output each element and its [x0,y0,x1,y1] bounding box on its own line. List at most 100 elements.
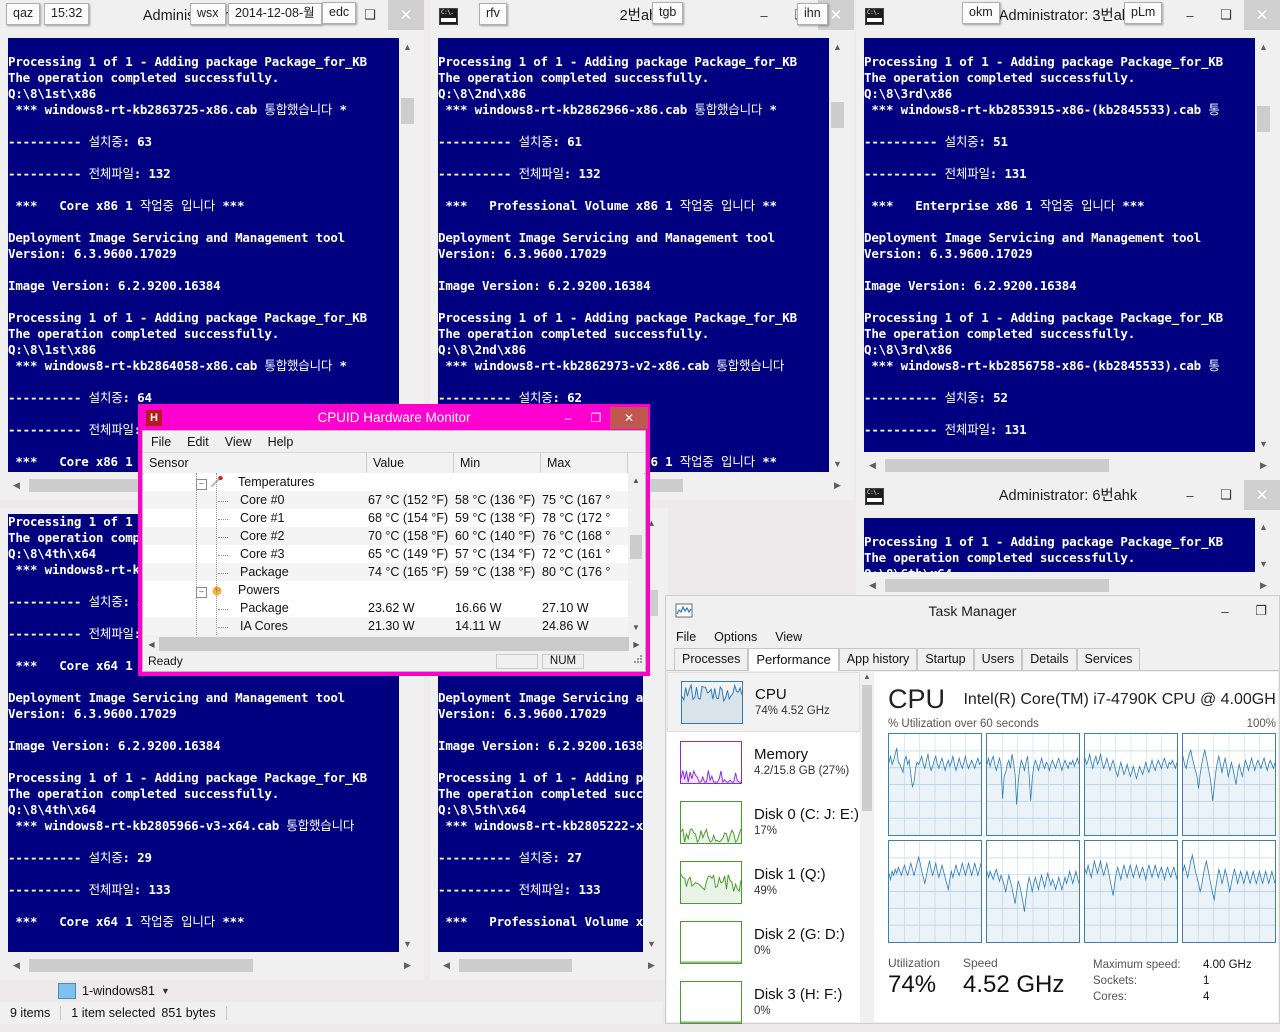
menu-item-view[interactable]: View [225,435,252,449]
scroll-right-icon[interactable]: ▶ [1255,577,1272,594]
sensor-row[interactable]: Core #3 65 °C (149 °F) 57 °C (134 °F) 72 °C… [144,545,644,563]
scroll-left-icon[interactable]: ◀ [864,577,881,594]
logical-processor-graph[interactable] [888,840,982,943]
scrollbar-track[interactable] [455,957,643,974]
scroll-left-icon[interactable]: ◀ [864,457,881,474]
scrollbar-track[interactable] [881,577,1255,594]
logical-processor-graphs[interactable] [888,733,1278,943]
console-horizontal-scrollbar[interactable]: ◀▶ [8,957,416,974]
scroll-down-icon[interactable]: ▼ [1255,555,1272,572]
maximize-icon[interactable]: ❑ [1208,480,1244,510]
resize-grip-icon[interactable] [631,654,643,666]
column-header-value[interactable]: Value [367,453,454,473]
resource-item-disk-2[interactable]: Disk 0 (C: J: E:) 17% [667,792,860,852]
scrollbar-track[interactable] [25,957,399,974]
scroll-right-icon[interactable]: ▶ [643,957,660,974]
scrollbar-thumb[interactable] [29,959,254,972]
scroll-up-icon[interactable]: ▲ [1255,38,1272,55]
scroll-left-icon[interactable]: ◀ [438,957,455,974]
resource-list[interactable]: CPU 74% 4.52 GHz Memory 4.2/15.8 GB (27%) Di… [667,672,860,1024]
scrollbar-thumb[interactable] [630,535,642,559]
sensor-row[interactable]: Core #2 70 °C (158 °F) 60 °C (140 °F) 76 °C… [144,527,644,545]
task-manager-window[interactable]: Task Manager – ❐ File Options View Process… [665,595,1280,1024]
scroll-right-icon[interactable]: ▶ [629,640,644,649]
scroll-left-icon[interactable]: ◀ [8,957,25,974]
chevron-down-icon[interactable]: ▼ [161,986,170,996]
logical-processor-graph[interactable] [986,840,1080,943]
hwmonitor-sensor-list[interactable]: – Temperatures Core #0 67 °C (152 °F) 58 °C … [144,473,644,635]
menu-item-edit[interactable]: Edit [187,435,209,449]
maximize-icon[interactable]: ❑ [1208,0,1244,30]
scrollbar-thumb[interactable] [831,102,844,128]
close-icon[interactable]: ✕ [1244,480,1280,510]
scroll-down-icon[interactable]: ▼ [829,455,846,472]
scrollbar-thumb[interactable] [401,98,414,124]
tab-details[interactable]: Details [1022,648,1077,670]
scroll-right-icon[interactable]: ▶ [1255,457,1272,474]
console-window[interactable]: Administrator: 3번ahk–❑✕ Processing 1 of … [856,0,1280,480]
minimize-icon[interactable]: – [1172,480,1208,510]
hwmonitor-window-buttons[interactable]: – ❐ ✕ [554,407,648,429]
column-header-sensor[interactable]: Sensor [143,453,367,473]
scroll-up-icon[interactable]: ▲ [829,38,846,55]
resource-list-scrollbar[interactable]: ▲ [860,672,874,1022]
minimize-icon[interactable]: – [1172,0,1208,30]
logical-processor-graph[interactable] [888,733,982,836]
menu-item-view[interactable]: View [775,630,802,644]
sensor-group-row[interactable]: – Temperatures [144,473,644,491]
scroll-up-icon[interactable]: ▲ [399,38,416,55]
cpuid-hardware-monitor-window[interactable]: H CPUID Hardware Monitor – ❐ ✕ File Edit V… [138,404,650,676]
hwmonitor-titlebar[interactable]: H CPUID Hardware Monitor – ❐ ✕ [140,406,648,430]
resource-item-cpu[interactable]: CPU 74% 4.52 GHz [667,672,860,732]
console-horizontal-scrollbar[interactable]: ◀▶ [864,457,1272,474]
column-header-max[interactable]: Max [541,453,628,473]
console-vertical-scrollbar[interactable]: ▲▼ [1255,518,1272,624]
hwmonitor-menubar[interactable]: File Edit View Help [143,431,645,452]
taskmanager-titlebar[interactable]: Task Manager – ❐ [666,596,1279,626]
scroll-up-icon[interactable]: ▲ [860,672,874,685]
menu-item-help[interactable]: Help [268,435,294,449]
console-window-buttons[interactable]: –❑✕ [1172,0,1280,32]
console-window-buttons[interactable]: –❑✕ [1172,480,1280,512]
logical-processor-graph[interactable] [1084,840,1178,943]
close-icon[interactable]: ✕ [610,407,648,429]
resource-item-memory[interactable]: Memory 4.2/15.8 GB (27%) [667,732,860,792]
resource-item-disk-4[interactable]: Disk 2 (G: D:) 0% [667,912,860,972]
maximize-icon[interactable]: ❑ [352,0,388,30]
console-screen[interactable]: Processing 1 of 1 - Adding package Packa… [864,38,1255,452]
logical-processor-graph[interactable] [1084,733,1178,836]
sensor-group-row[interactable]: – Powers [144,581,644,599]
console-vertical-scrollbar[interactable]: ▲▼ [829,38,846,472]
scrollbar-track[interactable] [881,457,1255,474]
console-screen[interactable]: Processing 1 of 1 - Adding package Packa… [864,518,1255,572]
logical-processor-graph[interactable] [986,733,1080,836]
console-horizontal-scrollbar[interactable]: ◀▶ [864,577,1272,594]
scrollbar-thumb[interactable] [885,459,1110,472]
sensor-row[interactable]: Package 23.62 W 16.66 W 27.10 W [144,599,644,617]
scroll-down-icon[interactable]: ▼ [643,935,660,952]
scrollbar-thumb[interactable] [885,579,1110,592]
console-horizontal-scrollbar[interactable]: ◀▶ [438,957,660,974]
menu-item-file[interactable]: File [676,630,696,644]
scroll-left-icon[interactable]: ◀ [144,640,159,649]
console-titlebar[interactable]: Administrator: 6번ahk–❑✕ [856,480,1280,512]
sensor-row[interactable]: Core #0 67 °C (152 °F) 58 °C (136 °F) 75 °C… [144,491,644,509]
scroll-right-icon[interactable]: ▶ [829,477,846,494]
sensor-row[interactable]: Core #1 68 °C (154 °F) 59 °C (138 °F) 78 °C… [144,509,644,527]
scroll-up-icon[interactable]: ▲ [1255,518,1272,535]
taskmanager-tabstrip[interactable]: Processes Performance App history Startup Us… [666,648,1279,671]
close-icon[interactable]: ✕ [388,0,424,30]
console-titlebar[interactable]: Administrator: 3번ahk–❑✕ [856,0,1280,32]
minimize-icon[interactable]: – [554,407,582,429]
scroll-right-icon[interactable]: ▶ [399,957,416,974]
tab-users[interactable]: Users [973,648,1023,670]
close-icon[interactable]: ✕ [1244,0,1280,30]
hwmonitor-vertical-scrollbar[interactable]: ▲ ▼ [628,473,644,635]
scrollbar-thumb[interactable] [1257,106,1270,132]
scrollbar-thumb[interactable] [459,959,572,972]
sensor-row[interactable]: IA Cores 21.30 W 14.11 W 24.86 W [144,617,644,635]
resource-item-disk-5[interactable]: Disk 3 (H: F:) 0% [667,972,860,1032]
minimize-icon[interactable]: – [746,0,782,30]
scroll-down-icon[interactable]: ▼ [1255,435,1272,452]
tab-processes[interactable]: Processes [674,648,749,670]
